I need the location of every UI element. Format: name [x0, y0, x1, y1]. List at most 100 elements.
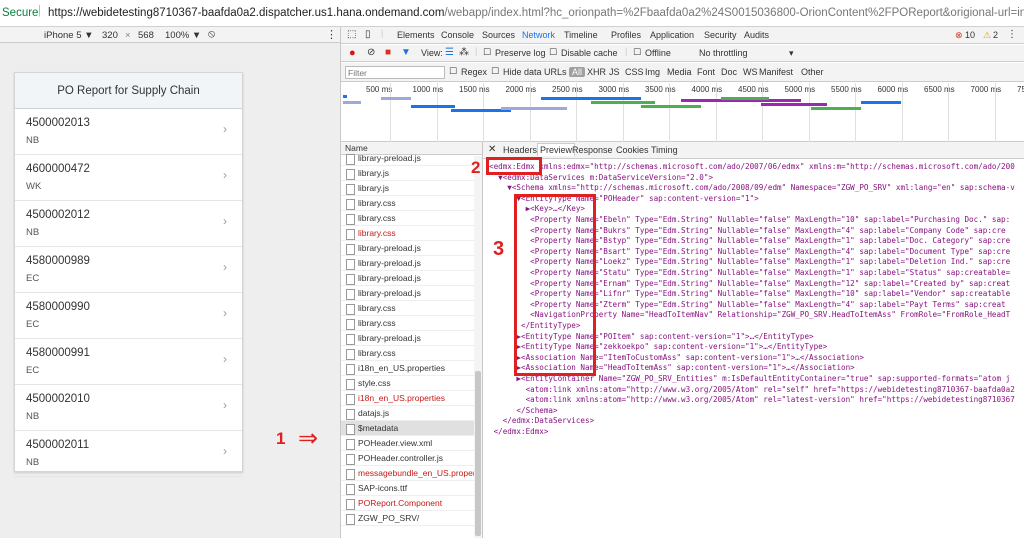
filter-type-all[interactable]: All: [569, 67, 586, 77]
more-options-icon[interactable]: ⋮: [326, 28, 337, 41]
request-row[interactable]: library.css: [341, 301, 482, 316]
offline-checkbox[interactable]: ☐: [633, 47, 641, 58]
tab-sources[interactable]: Sources: [482, 30, 515, 40]
filter-type-doc[interactable]: Doc: [721, 67, 737, 77]
request-row[interactable]: messagebundle_en_US.propertie: [341, 466, 482, 481]
devtools-menu-icon[interactable]: ⋮: [1007, 29, 1017, 40]
request-row[interactable]: library-preload.js: [341, 271, 482, 286]
tab-application[interactable]: Application: [650, 30, 694, 40]
clear-icon[interactable]: ⊘: [367, 47, 375, 58]
request-row[interactable]: ZGW_PO_SRV/: [341, 511, 482, 526]
request-row[interactable]: library.css: [341, 346, 482, 361]
device-model-select[interactable]: iPhone 5 ▼: [44, 30, 94, 41]
po-number: 4500002010: [26, 393, 90, 405]
po-type: NB: [26, 457, 40, 468]
po-list-item[interactable]: 4500002010 NB ›: [15, 385, 242, 431]
list-view-icon[interactable]: ☰: [445, 47, 454, 58]
po-number: 4500002013: [26, 117, 90, 129]
xml-line: <atom:link xmlns:atom="http://www.w3.org…: [489, 384, 1015, 394]
regex-checkbox[interactable]: ☐: [449, 66, 457, 77]
close-icon[interactable]: ✕: [488, 144, 496, 155]
zoom-select[interactable]: 100% ▼: [165, 30, 201, 41]
request-row[interactable]: datajs.js: [341, 406, 482, 421]
page-title: PO Report for Supply Chain: [15, 73, 242, 109]
tab-security[interactable]: Security: [704, 30, 737, 40]
tab-network[interactable]: Network: [522, 30, 555, 40]
device-height-input[interactable]: 568: [138, 30, 154, 41]
request-row[interactable]: $metadata: [341, 421, 482, 436]
request-row[interactable]: library.js: [341, 181, 482, 196]
waterfall-icon[interactable]: ⁂: [459, 47, 469, 58]
request-row[interactable]: POReport.Component: [341, 496, 482, 511]
device-width-input[interactable]: 320: [102, 30, 118, 41]
request-row[interactable]: library-preload.js: [341, 241, 482, 256]
filter-type-media[interactable]: Media: [667, 67, 692, 77]
po-list-item[interactable]: 4500002013 NB ›: [15, 109, 242, 155]
device-mode-icon[interactable]: ▯: [365, 29, 371, 40]
secure-label: Secure: [2, 7, 39, 19]
po-list-item[interactable]: 4500002012 NB ›: [15, 201, 242, 247]
overview-bar: [591, 101, 655, 104]
tab-response[interactable]: Response: [572, 145, 613, 155]
filter-type-js[interactable]: JS: [609, 67, 620, 77]
throttling-select[interactable]: No throttling: [699, 48, 748, 58]
po-list-item[interactable]: 4580000990 EC ›: [15, 293, 242, 339]
inspect-icon[interactable]: ⬚: [347, 29, 356, 40]
hide-data-urls-checkbox[interactable]: ☐: [491, 66, 499, 77]
preserve-log-checkbox[interactable]: ☐: [483, 47, 491, 58]
po-list-item[interactable]: 4580000991 EC ›: [15, 339, 242, 385]
po-list-item[interactable]: 4500002011 NB ›: [15, 431, 242, 477]
filter-type-css[interactable]: CSS: [625, 67, 644, 77]
request-row[interactable]: i18n_en_US.properties: [341, 391, 482, 406]
tab-timeline[interactable]: Timeline: [564, 30, 598, 40]
request-row[interactable]: i18n_en_US.properties: [341, 361, 482, 376]
filter-type-xhr[interactable]: XHR: [587, 67, 606, 77]
filter-type-font[interactable]: Font: [697, 67, 715, 77]
filter-type-manifest[interactable]: Manifest: [759, 67, 793, 77]
tab-profiles[interactable]: Profiles: [611, 30, 641, 40]
annotation-number-3: 3: [493, 238, 505, 260]
request-row[interactable]: library.css: [341, 226, 482, 241]
po-list-item[interactable]: 4580000989 EC ›: [15, 247, 242, 293]
tab-preview[interactable]: Preview: [537, 143, 576, 156]
chevron-down-icon[interactable]: ▾: [789, 48, 794, 59]
capture-screenshot-icon[interactable]: ■: [385, 47, 391, 58]
rotate-icon[interactable]: ⦸: [208, 28, 215, 41]
request-row[interactable]: library.css: [341, 316, 482, 331]
request-row[interactable]: library.css: [341, 196, 482, 211]
filter-type-other[interactable]: Other: [801, 67, 824, 77]
tab-elements[interactable]: Elements: [397, 30, 435, 40]
request-list-scrollbar[interactable]: [474, 156, 482, 538]
request-row[interactable]: library.css: [341, 211, 482, 226]
overview-bar: [343, 95, 347, 98]
po-list-item[interactable]: 4600000472 WK ›: [15, 155, 242, 201]
overview-bar: [861, 101, 901, 104]
request-row[interactable]: library-preload.js: [341, 151, 482, 166]
request-row[interactable]: library-preload.js: [341, 331, 482, 346]
tab-headers[interactable]: Headers: [503, 145, 537, 155]
chevron-right-icon: ›: [223, 168, 227, 182]
chevron-right-icon: ›: [223, 260, 227, 274]
overview-bar: [761, 103, 827, 106]
request-row[interactable]: library-preload.js: [341, 256, 482, 271]
record-icon[interactable]: ●: [349, 47, 356, 59]
request-row[interactable]: POHeader.view.xml: [341, 436, 482, 451]
request-row[interactable]: library-preload.js: [341, 286, 482, 301]
tab-console[interactable]: Console: [441, 30, 474, 40]
request-row[interactable]: style.css: [341, 376, 482, 391]
request-row[interactable]: SAP-icons.ttf: [341, 481, 482, 496]
scrollbar-thumb[interactable]: [475, 371, 481, 536]
filter-type-ws[interactable]: WS: [743, 67, 758, 77]
request-row[interactable]: POHeader.controller.js: [341, 451, 482, 466]
request-row[interactable]: library.js: [341, 166, 482, 181]
filter-type-img[interactable]: Img: [645, 67, 660, 77]
filter-icon[interactable]: ▼: [401, 47, 411, 58]
tab-cookies[interactable]: Cookies: [616, 145, 649, 155]
filter-input[interactable]: [345, 66, 445, 79]
address-bar[interactable]: Secure | https://webidetesting8710367-ba…: [0, 0, 1024, 27]
network-overview[interactable]: 500 ms 1000 ms 1500 ms 2000 ms 2500 ms 3000 m…: [341, 83, 1024, 142]
disable-cache-checkbox[interactable]: ☐: [549, 47, 557, 58]
tab-timing[interactable]: Timing: [651, 145, 678, 155]
url-text[interactable]: https://webidetesting8710367-baafda0a2.d…: [48, 7, 1024, 19]
tab-audits[interactable]: Audits: [744, 30, 769, 40]
